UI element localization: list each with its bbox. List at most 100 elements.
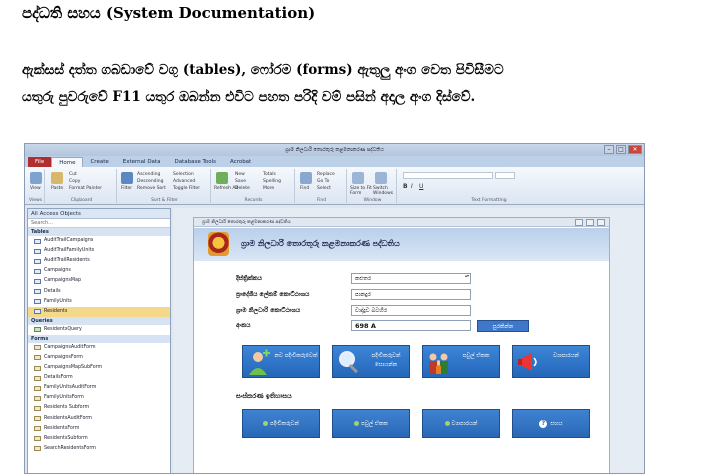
find-button[interactable]: Find: [300, 186, 309, 191]
paste-button[interactable]: Paste: [51, 186, 63, 191]
gn-division-field[interactable]: වාද්දුව බටහිර: [351, 305, 471, 316]
tab-create[interactable]: Create: [83, 157, 115, 167]
campaigns-tile[interactable]: ව්‍යාපාරයන්: [512, 345, 590, 378]
cut-button[interactable]: Cut: [69, 172, 77, 177]
view-button[interactable]: View: [30, 186, 41, 191]
nav-section-forms[interactable]: Forms: [28, 334, 170, 343]
ds-division-label: ප්‍රාදේශීය ලේකම් කොට්ඨාශය: [236, 291, 310, 298]
minimize-icon[interactable]: –: [604, 145, 614, 154]
form-tab[interactable]: ග්‍රාම නිලධාරි තොරතුරු කළමනාකරණ පද්ධතිය: [194, 218, 609, 227]
nav-item[interactable]: ResidentsForm: [28, 424, 170, 434]
form-icon: [34, 405, 41, 411]
tab-external-data[interactable]: External Data: [116, 157, 168, 167]
advanced-button[interactable]: Advanced: [173, 179, 195, 184]
nav-item[interactable]: CampaignsMapSubForm: [28, 363, 170, 373]
descending-button[interactable]: Descending: [137, 179, 164, 184]
form-restore-icon[interactable]: [586, 219, 594, 226]
nav-item-label: AuditTrailFamilyUnits: [44, 248, 95, 254]
font-name-select[interactable]: [403, 172, 493, 179]
totals-button[interactable]: Totals: [263, 172, 276, 177]
underline-button[interactable]: U: [419, 183, 423, 190]
ribbon-group-records: Refresh All New Save Delete Totals Spell…: [213, 169, 295, 203]
ascending-button[interactable]: Ascending: [137, 172, 160, 177]
nav-item[interactable]: Campaigns: [28, 266, 170, 276]
close-icon[interactable]: ✕: [628, 145, 642, 154]
district-select[interactable]: කළුතර: [351, 273, 471, 284]
select-button[interactable]: Select: [317, 186, 331, 191]
tab-database-tools[interactable]: Database Tools: [167, 157, 223, 167]
selection-button[interactable]: Selection: [173, 172, 194, 177]
italic-button[interactable]: I: [411, 183, 413, 190]
new-resident-tile[interactable]: නව පදිංචිකරුවෙක්: [242, 345, 320, 378]
nav-item[interactable]: CampaignsAuditForm: [28, 343, 170, 353]
tab-home[interactable]: Home: [51, 157, 84, 167]
size-to-fit-form-button[interactable]: Size to Fit Form: [350, 186, 372, 196]
history-campaigns-button[interactable]: ව්‍යාපාරයන්: [422, 409, 500, 438]
replace-button[interactable]: Replace: [317, 172, 335, 177]
nav-header[interactable]: All Access Objects: [28, 209, 170, 219]
bold-button[interactable]: B: [403, 183, 408, 190]
remove-sort-button[interactable]: Remove Sort: [137, 186, 166, 191]
form-close-icon[interactable]: [597, 219, 605, 226]
form-minimize-icon[interactable]: [575, 219, 583, 226]
goto-button[interactable]: Go To: [317, 179, 329, 184]
nav-item[interactable]: ResidentsAuditForm: [28, 414, 170, 424]
filter-button[interactable]: Filter: [121, 186, 132, 191]
switch-windows-button[interactable]: Switch Windows: [373, 186, 397, 196]
nav-search-input[interactable]: Search...: [28, 219, 170, 228]
nav-item-label: FamilyUnits: [44, 298, 72, 304]
family-units-tile[interactable]: පවුල් ඒකක: [422, 345, 500, 378]
view-icon[interactable]: [30, 172, 42, 184]
font-size-select[interactable]: [495, 172, 515, 179]
nav-item[interactable]: DetailsForm: [28, 373, 170, 383]
delete-record-button[interactable]: Delete: [235, 186, 250, 191]
size-to-fit-icon[interactable]: [352, 172, 364, 184]
save-button[interactable]: සුරකින්න: [477, 320, 529, 332]
binoculars-icon[interactable]: [300, 172, 312, 184]
nav-item-label: SearchResidentsForm: [44, 445, 96, 451]
form-icon: [34, 416, 41, 422]
filter-icon[interactable]: [121, 172, 133, 184]
nav-item[interactable]: AuditTrailFamilyUnits: [28, 246, 170, 256]
save-record-button[interactable]: Save: [235, 179, 246, 184]
spelling-button[interactable]: Spelling: [263, 179, 281, 184]
nav-item-label: ResidentsQuery: [44, 326, 82, 332]
maximize-icon[interactable]: □: [616, 145, 626, 154]
paste-icon[interactable]: [51, 172, 63, 184]
copy-button[interactable]: Copy: [69, 179, 80, 184]
ds-division-field[interactable]: පානදුර: [351, 289, 471, 300]
history-residents-button[interactable]: පදිංචිකරුවන්: [242, 409, 320, 438]
nav-item[interactable]: Residents: [28, 306, 170, 317]
tab-file[interactable]: File: [28, 157, 52, 167]
nav-item[interactable]: Details: [28, 286, 170, 296]
ribbon-group-label: Window: [363, 198, 382, 203]
format-painter-button[interactable]: Format Painter: [69, 186, 102, 191]
form-icon: [34, 365, 41, 371]
nav-item[interactable]: FamilyUnits: [28, 297, 170, 307]
history-residents-label: පදිංචිකරුවන්: [269, 421, 299, 427]
nav-item[interactable]: AuditTrailCampaigns: [28, 236, 170, 246]
magnifier-icon: [339, 351, 358, 374]
switch-windows-icon[interactable]: [375, 172, 387, 184]
nav-item[interactable]: Residents Subform: [28, 403, 170, 413]
nav-item[interactable]: FamilyUnitsForm: [28, 393, 170, 403]
nav-item[interactable]: ResidentsQuery: [28, 325, 170, 335]
refresh-icon[interactable]: [216, 172, 228, 184]
number-label: අංකය: [236, 322, 251, 329]
nav-item[interactable]: FamilyUnitsAuditForm: [28, 383, 170, 393]
help-button[interactable]: ? සහය: [512, 409, 590, 438]
nav-item[interactable]: ResidentsSubform: [28, 434, 170, 444]
nav-item[interactable]: AuditTrailResidents: [28, 256, 170, 266]
nav-item[interactable]: SearchResidentsForm: [28, 444, 170, 454]
history-family-units-button[interactable]: පවුල් ඒකක: [332, 409, 410, 438]
number-field[interactable]: 698 A: [351, 320, 471, 331]
search-residents-tile[interactable]: පදිංචිකරුවන් සොයන්න: [332, 345, 410, 378]
nav-item[interactable]: CampaignsMap: [28, 276, 170, 286]
nav-section-queries[interactable]: Queries: [28, 316, 170, 325]
toggle-filter-button[interactable]: Toggle Filter: [173, 186, 200, 191]
new-record-button[interactable]: New: [235, 172, 245, 177]
tab-acrobat[interactable]: Acrobat: [223, 157, 258, 167]
nav-section-tables[interactable]: Tables: [28, 228, 170, 236]
more-button[interactable]: More: [263, 186, 274, 191]
nav-item[interactable]: CampaignsForm: [28, 353, 170, 363]
